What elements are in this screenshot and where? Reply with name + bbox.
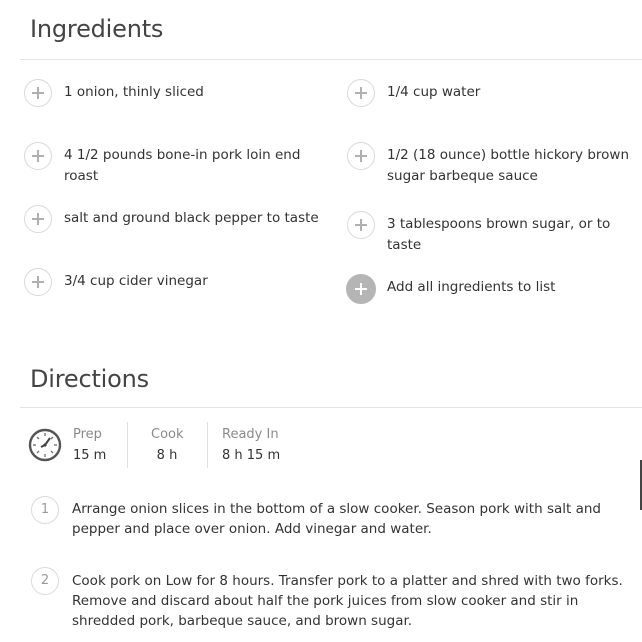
ingredient-label: 1 onion, thinly sliced: [64, 84, 204, 100]
recipe-page: Ingredients 1 onion, thinly sliced 4 1/2…: [0, 0, 642, 642]
plus-icon: [355, 87, 367, 99]
ingredient-label: salt and ground black pepper to taste: [64, 210, 319, 226]
add-ingredient-button[interactable]: [24, 142, 52, 170]
plus-icon: [355, 283, 367, 295]
plus-icon: [355, 219, 367, 231]
step-number: 2: [31, 567, 59, 595]
prep-label: Prep: [73, 427, 102, 442]
plus-icon: [32, 87, 44, 99]
step-text: Arrange onion slices in the bottom of a …: [72, 501, 601, 537]
add-ingredient-button[interactable]: [347, 211, 375, 239]
plus-icon: [355, 150, 367, 162]
add-ingredient-button[interactable]: [24, 205, 52, 233]
ingredients-divider: [20, 59, 642, 60]
ingredient-label: 4 1/2 pounds bone-in pork loin end roast: [64, 147, 301, 184]
directions-title: Directions: [30, 365, 149, 393]
prep-value: 15 m: [73, 448, 107, 463]
add-ingredient-button[interactable]: [347, 79, 375, 107]
plus-icon: [32, 276, 44, 288]
cook-label: Cook: [151, 427, 184, 442]
ready-label: Ready In: [222, 427, 279, 442]
step-text: Cook pork on Low for 8 hours. Transfer p…: [72, 573, 623, 629]
directions-divider: [20, 407, 642, 408]
ingredient-label: 1/4 cup water: [387, 84, 481, 100]
clock-icon: [28, 428, 62, 462]
time-separator: [127, 422, 128, 468]
ingredient-label: 3 tablespoons brown sugar, or to taste: [387, 216, 611, 253]
time-separator: [207, 422, 208, 468]
cook-time: Cook 8 h: [151, 426, 184, 470]
add-ingredient-button[interactable]: [24, 268, 52, 296]
add-ingredient-button[interactable]: [24, 79, 52, 107]
ingredients-title: Ingredients: [30, 15, 164, 43]
add-ingredient-button[interactable]: [347, 142, 375, 170]
plus-icon: [32, 213, 44, 225]
prep-time: Prep 15 m: [73, 426, 106, 470]
add-all-ingredients-label: Add all ingredients to list: [387, 279, 556, 295]
ingredient-label: 3/4 cup cider vinegar: [64, 273, 208, 289]
ingredient-label: 1/2 (18 ounce) bottle hickory brown suga…: [387, 147, 630, 184]
step-number: 1: [31, 496, 59, 524]
plus-icon: [32, 150, 44, 162]
ready-time: Ready In 8 h 15 m: [222, 426, 280, 470]
ready-value: 8 h 15 m: [222, 448, 281, 463]
add-all-ingredients-button[interactable]: [346, 274, 376, 304]
cook-value: 8 h: [156, 448, 178, 463]
